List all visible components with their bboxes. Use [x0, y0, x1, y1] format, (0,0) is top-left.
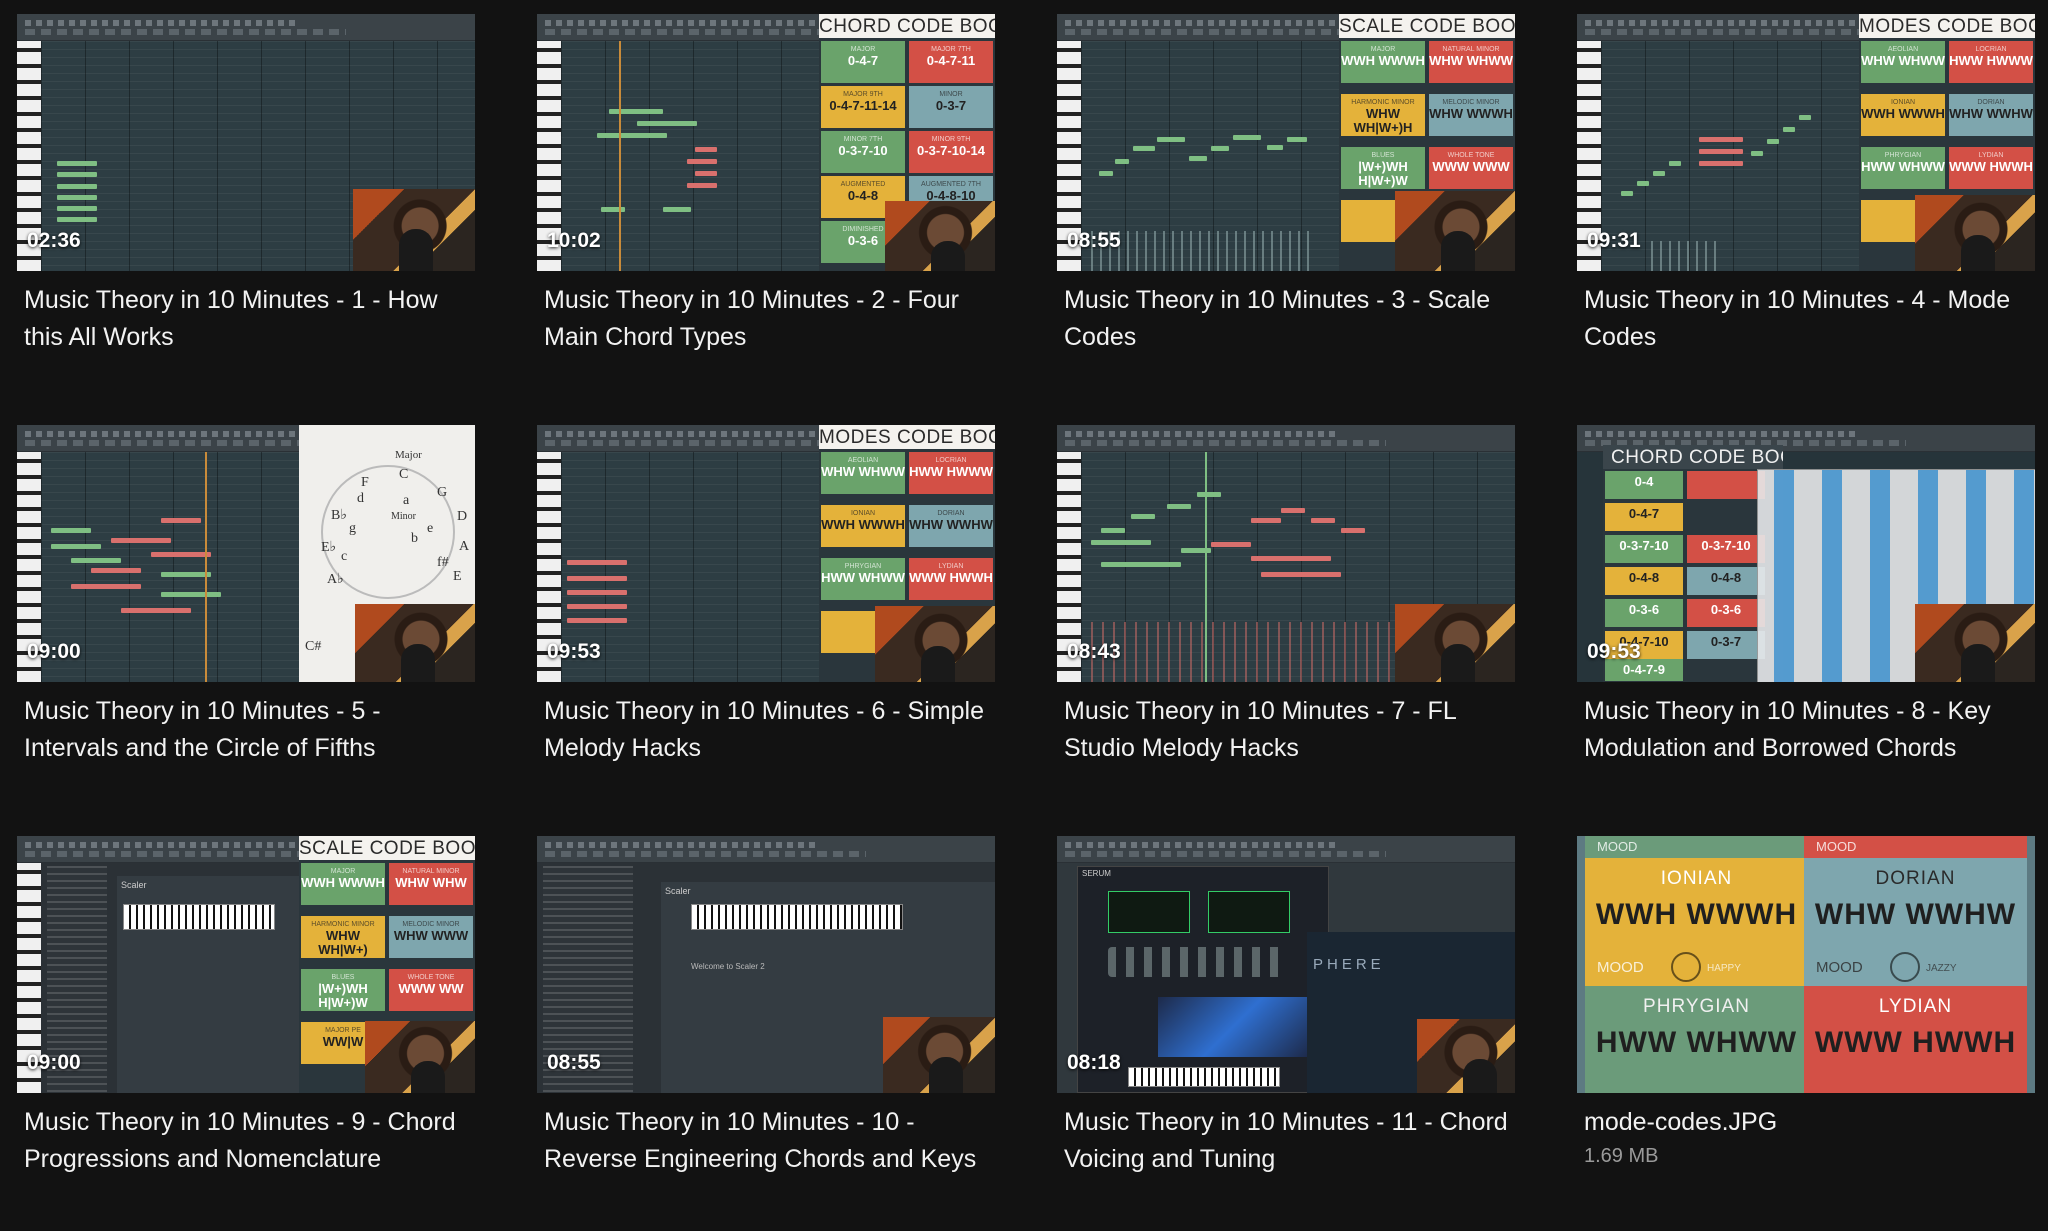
video-tile-5[interactable]: Major C G D A E F B♭ E♭ A♭ C# f# a e b d…	[17, 425, 475, 767]
jazzy-face-icon	[1890, 952, 1920, 982]
sphere-logo: PHERE	[1313, 956, 1385, 973]
video-tile-1[interactable]: 02:36 Music Theory in 10 Minutes - 1 - H…	[17, 14, 475, 356]
daw-toolbar	[17, 14, 475, 41]
video-thumbnail[interactable]: SCALE CODE BOOK MAJOR WWH WWWH NATURAL MI…	[1057, 14, 1515, 271]
video-title[interactable]: Music Theory in 10 Minutes - 10 - Revers…	[544, 1104, 994, 1178]
webcam-overlay	[875, 606, 995, 682]
video-title[interactable]: Music Theory in 10 Minutes - 11 - Chord …	[1064, 1104, 1514, 1178]
daw-toolbar	[1057, 836, 1515, 863]
video-tile-11[interactable]: SERUM PHERE 08:18 Music Theory in 10 Min…	[1057, 836, 1515, 1178]
panel-title: SCALE CODE BOOK	[1339, 14, 1515, 38]
scaler-label: Scaler	[121, 880, 147, 890]
file-name[interactable]: mode-codes.JPG	[1584, 1104, 2034, 1141]
image-thumbnail[interactable]: MOOD MOOD IONIAN WWH WWWH MOOD HAPPY DOR…	[1577, 836, 2035, 1093]
video-title[interactable]: Music Theory in 10 Minutes - 2 - Four Ma…	[544, 282, 994, 356]
video-thumbnail[interactable]: Scaler Welcome to Scaler 2 08:55	[537, 836, 995, 1093]
video-title[interactable]: Music Theory in 10 Minutes - 4 - Mode Co…	[1584, 282, 2034, 356]
scaler-label: Scaler	[665, 886, 691, 896]
video-duration: 09:53	[547, 640, 601, 663]
video-tile-10[interactable]: Scaler Welcome to Scaler 2 08:55 Music T…	[537, 836, 995, 1178]
mode-card-ionian: IONIAN WWH WWWH MOOD HAPPY	[1585, 858, 1808, 986]
video-title[interactable]: Music Theory in 10 Minutes - 6 - Simple …	[544, 693, 994, 767]
mode-card-phrygian: PHRYGIAN HWW WHWW	[1585, 986, 1808, 1093]
video-thumbnail[interactable]: 02:36	[17, 14, 475, 271]
video-thumbnail[interactable]: CHORD CODE BOOK 0-4 0-4-7 0-3-7-10 0-3-7…	[1577, 425, 2035, 682]
panel-title: CHORD CODE BOOK	[1603, 445, 1783, 469]
video-thumbnail[interactable]: MODES CODE BOOK AEOLIANWHW WHWW LOCRIANH…	[537, 425, 995, 682]
webcam-overlay	[1915, 604, 2035, 682]
video-thumbnail[interactable]: SERUM PHERE 08:18	[1057, 836, 1515, 1093]
video-duration: 02:36	[27, 229, 81, 252]
video-title[interactable]: Music Theory in 10 Minutes - 5 - Interva…	[24, 693, 474, 767]
webcam-overlay	[1395, 604, 1515, 682]
video-duration: 09:53	[1587, 640, 1641, 663]
panel-title: MODES CODE BOOK	[819, 425, 995, 449]
video-duration: 10:02	[547, 229, 601, 252]
webcam-overlay	[353, 189, 475, 271]
scaler-keyboard	[691, 904, 903, 930]
panel-title: MODES CODE BOOK	[1859, 14, 2035, 38]
video-thumbnail[interactable]: Scaler SCALE CODE BOOK MAJOR WWH WWWH NAT…	[17, 836, 475, 1093]
daw-toolbar	[1057, 425, 1515, 452]
scaler-plugin: Scaler	[117, 876, 299, 1093]
panel-title: SCALE CODE BOOK	[299, 836, 475, 860]
video-tile-7[interactable]: 08:43 Music Theory in 10 Minutes - 7 - F…	[1057, 425, 1515, 767]
webcam-overlay	[365, 1021, 475, 1093]
video-duration: 08:18	[1067, 1051, 1121, 1074]
video-thumbnail[interactable]: Major C G D A E F B♭ E♭ A♭ C# f# a e b d…	[17, 425, 475, 682]
scaler-keyboard	[123, 904, 275, 930]
webcam-overlay	[1417, 1019, 1515, 1093]
video-tile-6[interactable]: MODES CODE BOOK AEOLIANWHW WHWW LOCRIANH…	[537, 425, 995, 767]
webcam-overlay	[1915, 195, 2035, 271]
video-title[interactable]: Music Theory in 10 Minutes - 1 - How thi…	[24, 282, 474, 356]
happy-face-icon	[1671, 952, 1701, 982]
scaler-welcome: Welcome to Scaler 2	[691, 962, 765, 971]
video-title[interactable]: Music Theory in 10 Minutes - 7 - FL Stud…	[1064, 693, 1514, 767]
video-title[interactable]: Music Theory in 10 Minutes - 9 - Chord P…	[24, 1104, 474, 1178]
webcam-overlay	[885, 201, 995, 271]
file-size: 1.69 MB	[1584, 1145, 1659, 1167]
panel-title: CHORD CODE BOOK	[819, 14, 995, 38]
video-duration: 09:00	[27, 1051, 81, 1074]
video-duration: 08:55	[1067, 229, 1121, 252]
synth-keyboard	[1128, 1067, 1280, 1087]
webcam-overlay	[1395, 191, 1515, 271]
video-duration: 09:00	[27, 640, 81, 663]
video-duration: 08:43	[1067, 640, 1121, 663]
video-thumbnail[interactable]: MODES CODE BOOK AEOLIANWHW WHWW LOCRIANH…	[1577, 14, 2035, 271]
synth-logo: SERUM	[1082, 869, 1111, 878]
video-title[interactable]: Music Theory in 10 Minutes - 3 - Scale C…	[1064, 282, 1514, 356]
mode-card-dorian: DORIAN WHW WWHW MOOD JAZZY	[1804, 858, 2027, 986]
video-tile-2[interactable]: CHORD CODE BOOK MAJOR0-4-7 MAJOR 7TH0-4-…	[537, 14, 995, 356]
video-duration: 08:55	[547, 1051, 601, 1074]
video-tile-4[interactable]: MODES CODE BOOK AEOLIANWHW WHWW LOCRIANH…	[1577, 14, 2035, 356]
image-tile-mode-codes[interactable]: MOOD MOOD IONIAN WWH WWWH MOOD HAPPY DOR…	[1577, 836, 2035, 1168]
webcam-overlay	[883, 1017, 995, 1093]
mode-card-lydian: LYDIAN WWW HWWH	[1804, 986, 2027, 1093]
video-title[interactable]: Music Theory in 10 Minutes - 8 - Key Mod…	[1584, 693, 2034, 767]
daw-toolbar	[537, 836, 995, 863]
video-tile-9[interactable]: Scaler SCALE CODE BOOK MAJOR WWH WWWH NAT…	[17, 836, 475, 1178]
video-thumbnail[interactable]: 08:43	[1057, 425, 1515, 682]
video-thumbnail[interactable]: CHORD CODE BOOK MAJOR0-4-7 MAJOR 7TH0-4-…	[537, 14, 995, 271]
video-tile-8[interactable]: CHORD CODE BOOK 0-4 0-4-7 0-3-7-10 0-3-7…	[1577, 425, 2035, 767]
video-duration: 09:31	[1587, 229, 1641, 252]
webcam-overlay	[355, 604, 475, 682]
video-tile-3[interactable]: SCALE CODE BOOK MAJOR WWH WWWH NATURAL MI…	[1057, 14, 1515, 356]
